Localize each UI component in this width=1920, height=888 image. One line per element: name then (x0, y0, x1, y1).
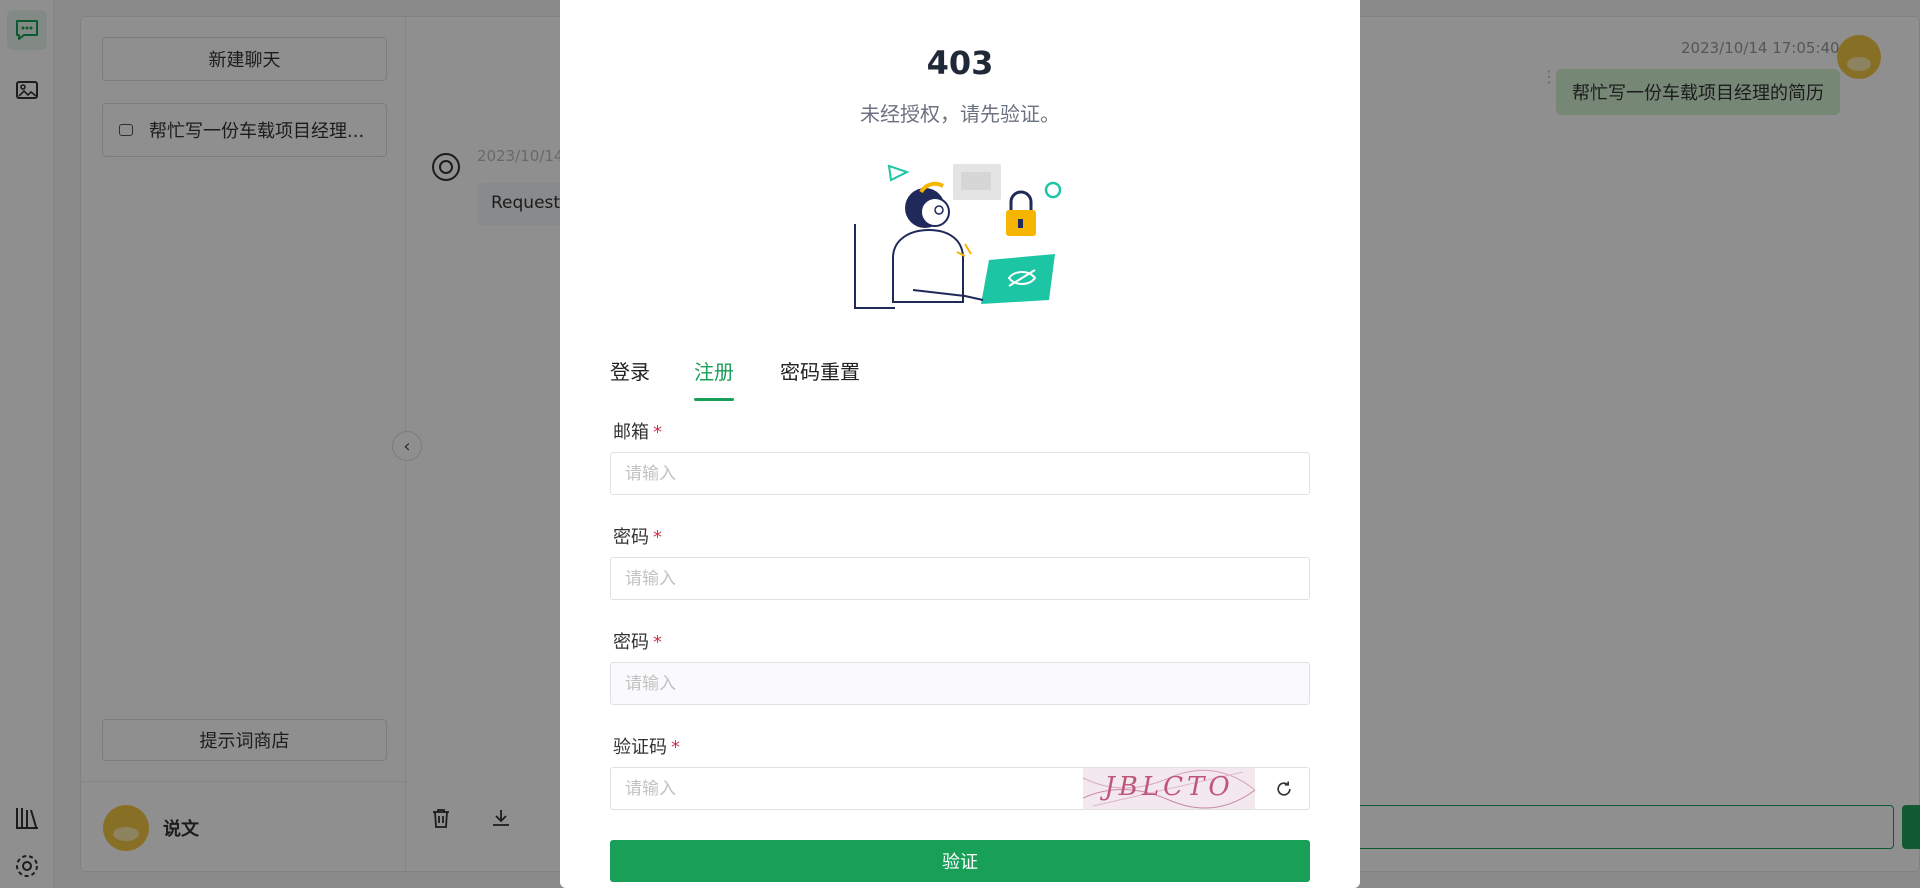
captcha-row: JBLCTO (610, 767, 1310, 810)
captcha-label: 验证码 * (613, 737, 680, 758)
auth-tabs: 登录 注册 密码重置 (610, 356, 1310, 402)
tab-password-reset[interactable]: 密码重置 (780, 356, 860, 400)
confirm-password-label: 密码 * (613, 632, 662, 653)
email-label: 邮箱 * (613, 422, 662, 443)
tab-login[interactable]: 登录 (610, 356, 650, 400)
active-tab-indicator (694, 398, 734, 401)
tab-register[interactable]: 注册 (694, 356, 734, 400)
email-field[interactable] (610, 452, 1310, 495)
verify-button[interactable]: 验证 (610, 840, 1310, 882)
refresh-icon[interactable] (1271, 776, 1297, 802)
captcha-text: JBLCTO (1104, 772, 1234, 802)
modal-subtitle: 未经授权，请先验证。 (860, 102, 1060, 126)
confirm-password-field[interactable] (610, 662, 1310, 705)
captcha-field[interactable] (611, 768, 1081, 809)
modal-title: 403 (926, 44, 994, 82)
unauthorized-illustration (854, 164, 1062, 309)
password-label: 密码 * (613, 527, 662, 548)
password-field[interactable] (610, 557, 1310, 600)
captcha-image[interactable]: JBLCTO (1083, 768, 1255, 809)
auth-modal: 403 未经授权，请先验证。 登录 注册 密码重置 邮箱* 密码* 密码* 验证… (560, 0, 1360, 888)
